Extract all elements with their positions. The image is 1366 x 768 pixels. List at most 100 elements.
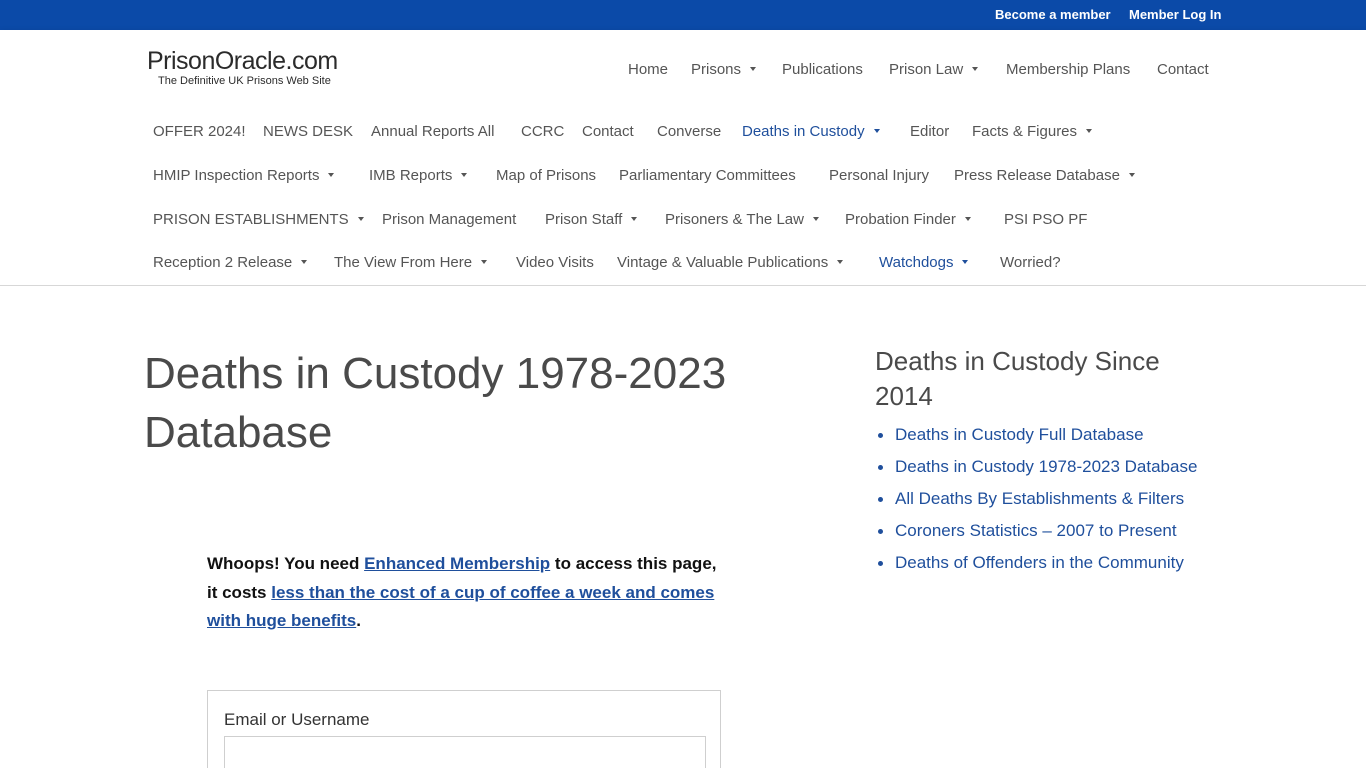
menu-prisoners-law-label: Prisoners & The Law	[665, 211, 804, 228]
menu-news-desk[interactable]: NEWS DESK	[263, 123, 353, 140]
menu-press-release-label: Press Release Database	[954, 167, 1120, 184]
enhanced-membership-link[interactable]: Enhanced Membership	[364, 554, 550, 573]
list-item: Coroners Statistics – 2007 to Present	[878, 519, 1205, 543]
chevron-down-icon	[461, 173, 468, 178]
member-login-link[interactable]: Member Log In	[1129, 7, 1221, 22]
menu-parliamentary-label: Parliamentary Committees	[619, 167, 796, 184]
nav-prison-law[interactable]: Prison Law	[889, 61, 979, 78]
menu-hmip[interactable]: HMIP Inspection Reports	[153, 167, 335, 184]
nav-contact[interactable]: Contact	[1157, 61, 1209, 78]
nav-contact-label: Contact	[1157, 61, 1209, 78]
sidebar-link-coroners-statistics[interactable]: Coroners Statistics – 2007 to Present	[895, 521, 1177, 540]
sidebar-link-full-database[interactable]: Deaths in Custody Full Database	[895, 425, 1144, 444]
menu-contact[interactable]: Contact	[582, 123, 634, 140]
menu-watchdogs-label: Watchdogs	[879, 254, 954, 271]
menu-prison-management[interactable]: Prison Management	[382, 211, 516, 228]
menu-map-of-prisons[interactable]: Map of Prisons	[496, 167, 596, 184]
menu-establishments[interactable]: PRISON ESTABLISHMENTS	[153, 211, 364, 228]
menu-editor[interactable]: Editor	[910, 123, 949, 140]
menu-personal-injury[interactable]: Personal Injury	[829, 167, 929, 184]
sidebar-link-by-establishments[interactable]: All Deaths By Establishments & Filters	[895, 489, 1184, 508]
menu-reception[interactable]: Reception 2 Release	[153, 254, 308, 271]
menu-deaths-in-custody[interactable]: Deaths in Custody	[742, 123, 880, 140]
login-form: Email or Username	[207, 690, 721, 768]
nav-prisons-label: Prisons	[691, 61, 742, 78]
menu-view-from-here-label: The View From Here	[334, 254, 473, 271]
menu-annual-reports[interactable]: Annual Reports All	[371, 123, 494, 140]
nav-home-label: Home	[628, 61, 669, 78]
username-label: Email or Username	[224, 710, 370, 729]
logo-tagline: The Definitive UK Prisons Web Site	[158, 75, 331, 87]
menu-probation-finder-label: Probation Finder	[845, 211, 956, 228]
chevron-down-icon	[837, 260, 844, 265]
menu-prisoners-law[interactable]: Prisoners & The Law	[665, 211, 819, 228]
chevron-down-icon	[1086, 129, 1093, 134]
menu-offer-label: OFFER 2024!	[153, 123, 246, 140]
menu-imb-label: IMB Reports	[369, 167, 453, 184]
menu-news-desk-label: NEWS DESK	[263, 123, 354, 140]
menu-facts-figures-label: Facts & Figures	[972, 123, 1078, 140]
menu-prison-management-label: Prison Management	[382, 211, 517, 228]
chevron-down-icon	[1128, 173, 1135, 178]
nav-publications[interactable]: Publications	[782, 61, 863, 78]
chevron-down-icon	[301, 260, 308, 265]
logo-name: PrisonOracle.com	[147, 47, 338, 75]
menu-hmip-label: HMIP Inspection Reports	[153, 167, 320, 184]
menu-video-visits-label: Video Visits	[516, 254, 594, 271]
list-item: Deaths in Custody Full Database	[878, 423, 1205, 447]
menu-converse[interactable]: Converse	[657, 123, 721, 140]
menu-offer[interactable]: OFFER 2024!	[153, 123, 246, 140]
coffee-benefits-link[interactable]: less than the cost of a cup of coffee a …	[207, 583, 714, 631]
list-item: Deaths of Offenders in the Community	[878, 551, 1205, 575]
become-member-link[interactable]: Become a member	[995, 7, 1111, 22]
menu-imb[interactable]: IMB Reports	[369, 167, 468, 184]
chevron-down-icon	[873, 129, 880, 134]
menu-deaths-in-custody-label: Deaths in Custody	[742, 123, 865, 140]
menu-contact-label: Contact	[582, 123, 634, 140]
menu-view-from-here[interactable]: The View From Here	[334, 254, 488, 271]
menu-annual-reports-label: Annual Reports All	[371, 123, 495, 140]
nav-membership-plans-label: Membership Plans	[1006, 61, 1131, 78]
sidebar-link-1978-2023-database[interactable]: Deaths in Custody 1978-2023 Database	[895, 457, 1197, 476]
menu-prison-staff[interactable]: Prison Staff	[545, 211, 638, 228]
menu-vintage-label: Vintage & Valuable Publications	[617, 254, 829, 271]
menu-converse-label: Converse	[657, 123, 722, 140]
sidebar-link-offenders-community[interactable]: Deaths of Offenders in the Community	[895, 553, 1184, 572]
menu-video-visits[interactable]: Video Visits	[516, 254, 594, 271]
menu-press-release[interactable]: Press Release Database	[954, 167, 1135, 184]
chevron-down-icon	[812, 217, 819, 222]
site-header: PrisonOracle.com The Definitive UK Priso…	[0, 30, 1366, 110]
chevron-down-icon	[972, 67, 979, 72]
chevron-down-icon	[631, 217, 638, 222]
sidebar-link-list: Deaths in Custody Full Database Deaths i…	[878, 423, 1205, 583]
page-title: Deaths in Custody 1978-2023 Database	[144, 349, 727, 457]
menu-personal-injury-label: Personal Injury	[829, 167, 930, 184]
menu-vintage[interactable]: Vintage & Valuable Publications	[617, 254, 844, 271]
menu-establishments-label: PRISON ESTABLISHMENTS	[153, 211, 349, 228]
chevron-down-icon	[328, 173, 335, 178]
secondary-nav: OFFER 2024! NEWS DESK Annual Reports All…	[0, 110, 1366, 286]
nav-home[interactable]: Home	[628, 61, 668, 78]
menu-editor-label: Editor	[910, 123, 950, 140]
menu-worried[interactable]: Worried?	[1000, 254, 1061, 271]
chevron-down-icon	[357, 217, 364, 222]
menu-probation-finder[interactable]: Probation Finder	[845, 211, 971, 228]
nav-membership-plans[interactable]: Membership Plans	[1006, 61, 1130, 78]
menu-parliamentary[interactable]: Parliamentary Committees	[619, 167, 796, 184]
nav-prison-law-label: Prison Law	[889, 61, 964, 78]
menu-map-of-prisons-label: Map of Prisons	[496, 167, 597, 184]
menu-ccrc[interactable]: CCRC	[521, 123, 564, 140]
notice-suffix: .	[356, 611, 361, 630]
menu-psi-pso[interactable]: PSI PSO PF	[1004, 211, 1087, 228]
top-bar: Become a member Member Log In	[0, 0, 1366, 30]
chevron-down-icon	[964, 217, 971, 222]
sidebar-title: Deaths in Custody Since 2014	[875, 346, 1160, 411]
membership-notice: Whoops! You need Enhanced Membership to …	[207, 550, 717, 636]
nav-prisons[interactable]: Prisons	[691, 61, 757, 78]
chevron-down-icon	[481, 260, 488, 265]
site-logo[interactable]: PrisonOracle.com The Definitive UK Priso…	[147, 47, 338, 87]
username-input[interactable]	[224, 736, 706, 768]
menu-facts-figures[interactable]: Facts & Figures	[972, 123, 1093, 140]
menu-watchdogs[interactable]: Watchdogs	[879, 254, 969, 271]
list-item: All Deaths By Establishments & Filters	[878, 487, 1205, 511]
